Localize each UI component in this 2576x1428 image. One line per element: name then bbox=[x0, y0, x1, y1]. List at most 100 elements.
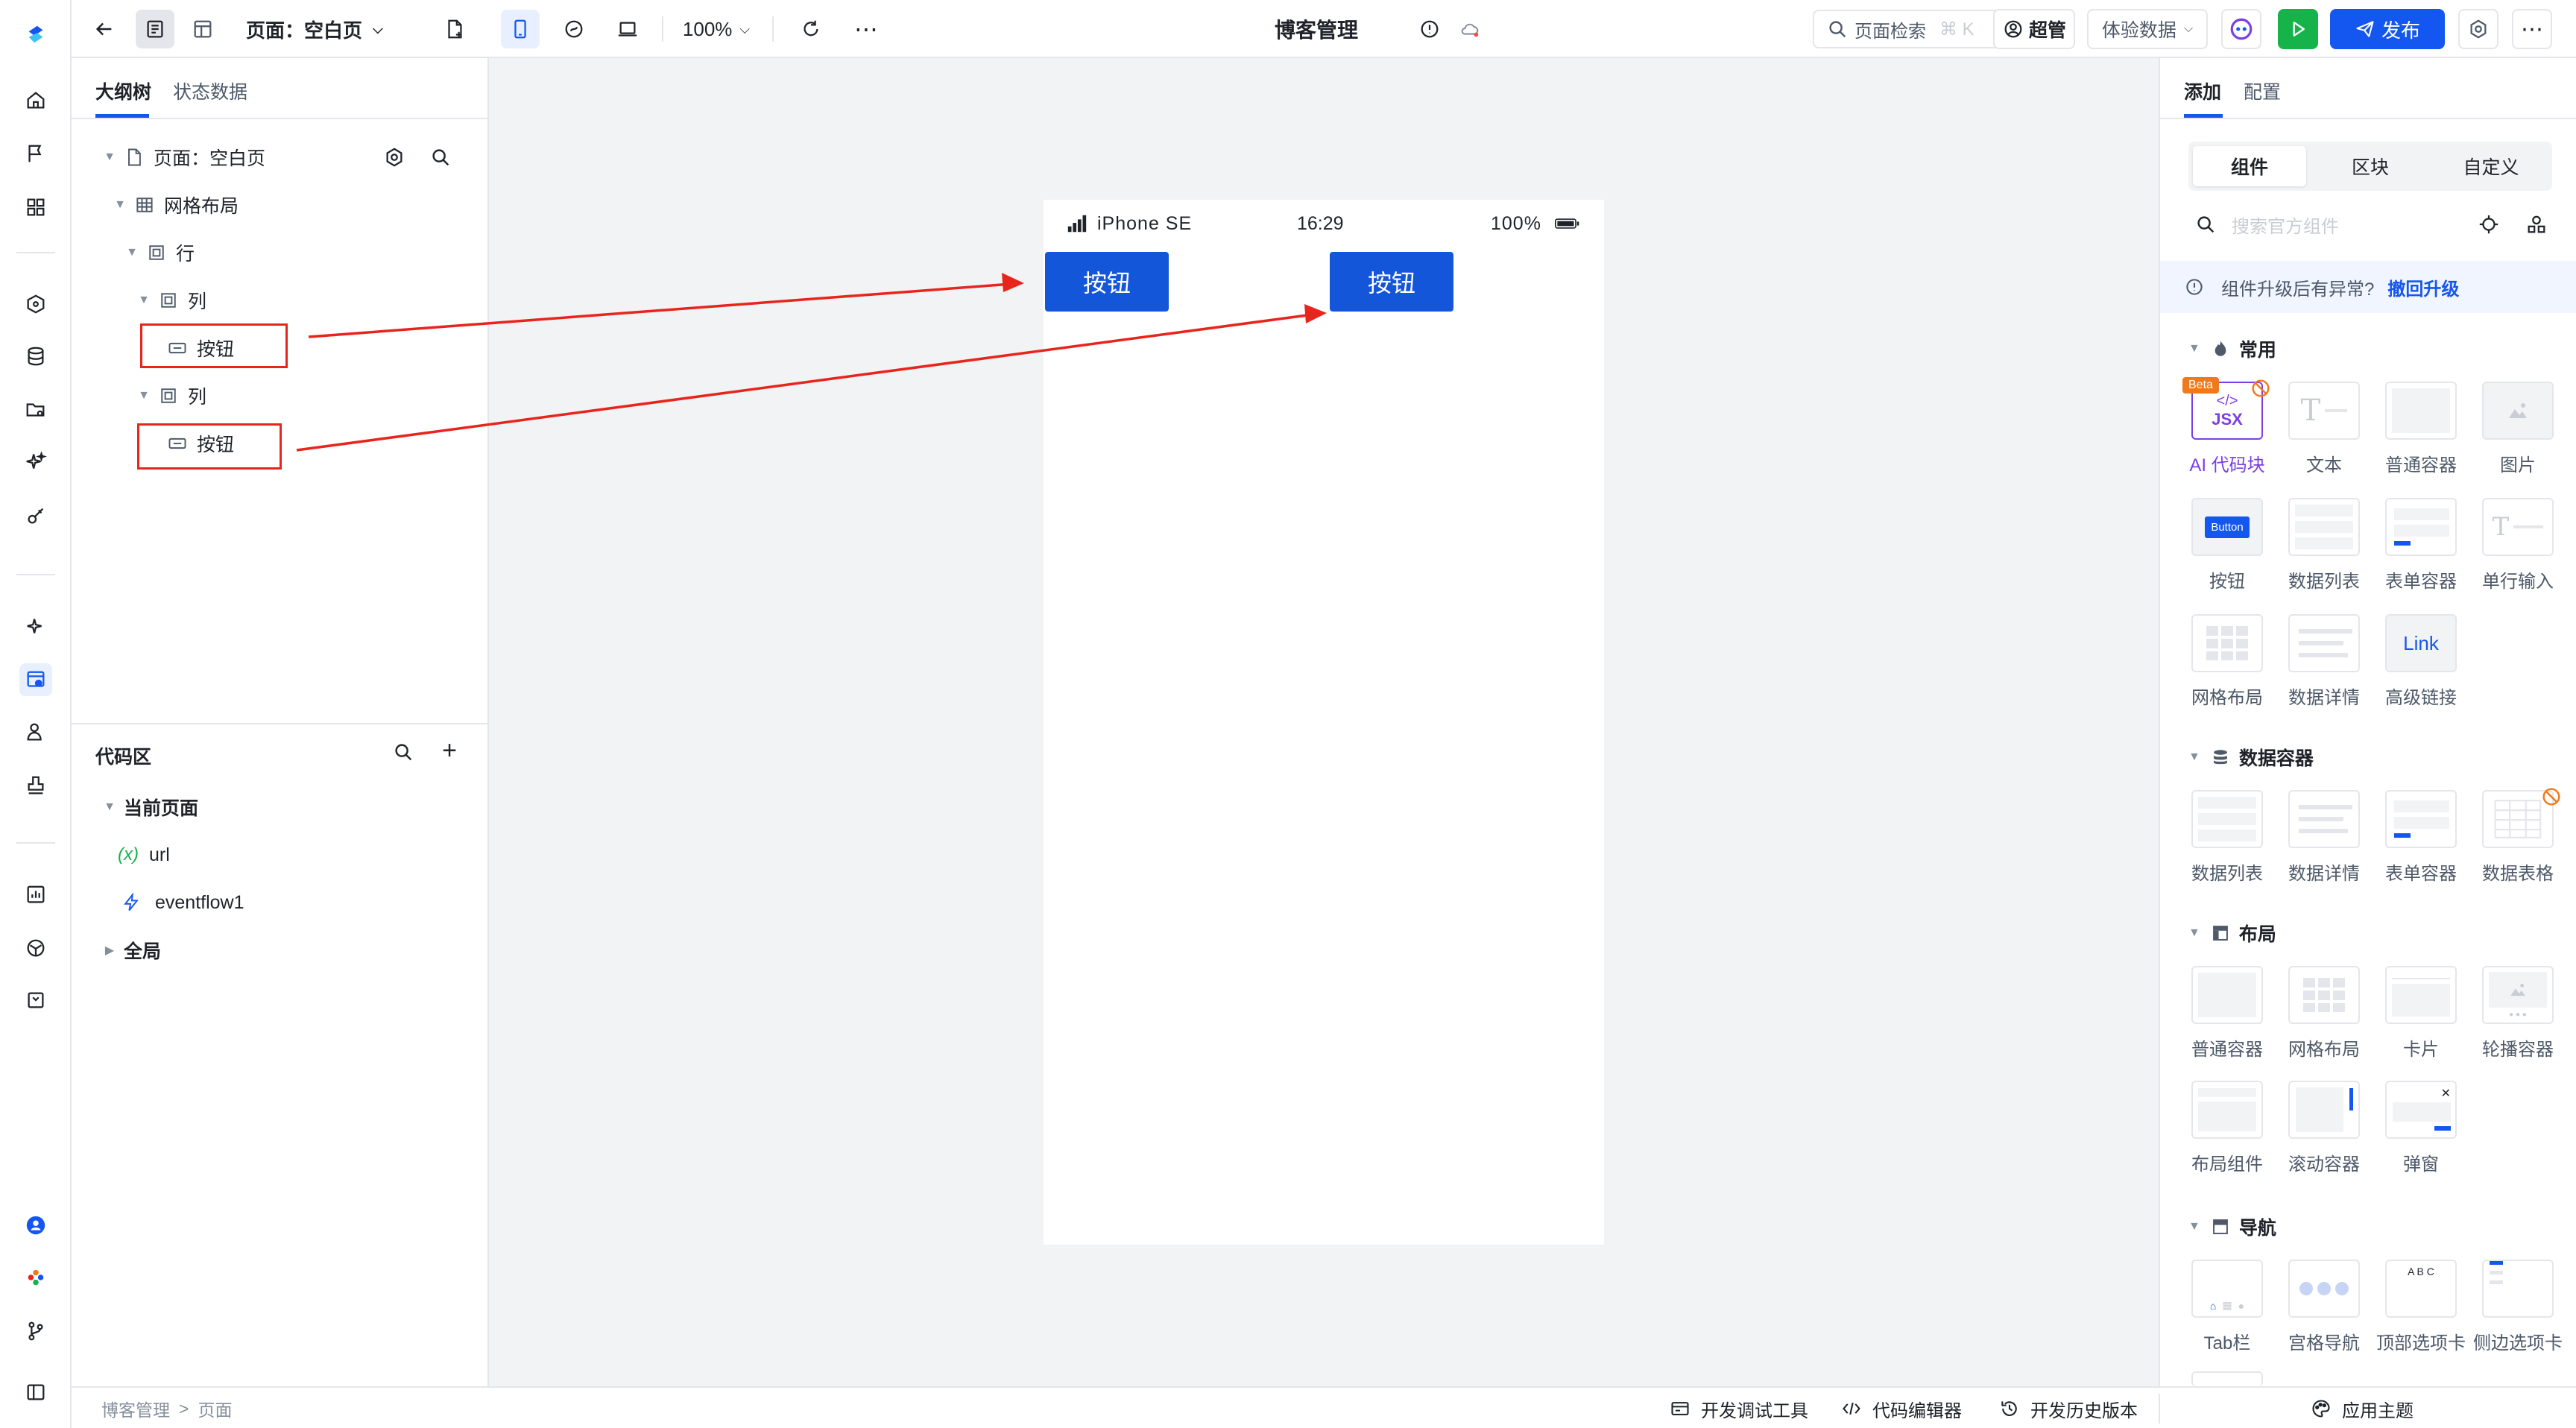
code-current-page[interactable]: ▼ 当前页面 bbox=[103, 789, 198, 826]
warning-info-icon[interactable] bbox=[1413, 10, 1446, 48]
home-icon[interactable] bbox=[19, 83, 52, 116]
breadcrumb-app[interactable]: 博客管理 bbox=[101, 1396, 170, 1421]
revert-upgrade-link[interactable]: 撤回升级 bbox=[2387, 274, 2459, 300]
user-role-button[interactable]: 超管 bbox=[1993, 9, 2075, 49]
component-scroll-container[interactable]: 滚动容器 bbox=[2279, 1081, 2369, 1185]
preview-button-1[interactable]: 按钮 bbox=[1045, 252, 1169, 312]
component-grid-layout-2[interactable]: 网格布局 bbox=[2279, 966, 2369, 1070]
back-button[interactable] bbox=[86, 10, 122, 48]
section-navigation[interactable]: ▼ 导航 bbox=[2188, 1212, 2276, 1242]
mini-program-view-button[interactable] bbox=[555, 10, 593, 48]
component-grid-navigation[interactable]: 宫格导航 bbox=[2279, 1260, 2369, 1364]
component-top-tabs[interactable]: A B C 顶部选项卡 bbox=[2376, 1260, 2466, 1364]
component-modal[interactable]: ✕ 弹窗 bbox=[2376, 1081, 2466, 1185]
user-org-icon[interactable] bbox=[19, 715, 52, 748]
page-settings-icon[interactable] bbox=[380, 143, 408, 171]
tab-state-data[interactable]: 状态数据 bbox=[173, 78, 247, 104]
tab-config[interactable]: 配置 bbox=[2244, 78, 2281, 104]
component-image[interactable]: 图片 bbox=[2473, 382, 2563, 486]
component-text[interactable]: T 文本 bbox=[2279, 382, 2369, 486]
tab-add[interactable]: 添加 bbox=[2184, 78, 2221, 104]
folder-search-icon[interactable] bbox=[19, 394, 52, 426]
preview-button-2[interactable]: 按钮 bbox=[1330, 252, 1453, 312]
section-layout[interactable]: ▼ 布局 bbox=[2188, 918, 2276, 948]
caret-down-icon[interactable]: ▼ bbox=[113, 198, 127, 212]
add-page-button[interactable] bbox=[437, 10, 473, 48]
publish-button[interactable]: 发布 bbox=[2330, 9, 2445, 49]
dev-tools-button[interactable]: 开发调试工具 bbox=[1670, 1397, 1808, 1421]
caret-down-icon[interactable]: ▼ bbox=[137, 294, 151, 307]
component-data-table[interactable]: 数据表格 bbox=[2473, 788, 2563, 894]
section-data-container[interactable]: ▼ 数据容器 bbox=[2188, 742, 2314, 772]
code-search-icon[interactable] bbox=[389, 738, 417, 766]
component-tab-bar[interactable]: ⌂ ▦ ● Tab栏 bbox=[2182, 1260, 2272, 1364]
component-advanced-link[interactable]: Link 高级链接 bbox=[2376, 614, 2466, 718]
flag-icon[interactable] bbox=[19, 137, 52, 170]
apps-grid-icon[interactable] bbox=[19, 191, 52, 224]
zoom-dropdown[interactable]: 100% ⌵ bbox=[675, 10, 757, 48]
segment-blocks[interactable]: 区块 bbox=[2314, 146, 2427, 186]
section-common[interactable]: ▼ 常用 bbox=[2188, 334, 2276, 364]
settings-button[interactable] bbox=[2458, 9, 2498, 49]
locate-icon[interactable] bbox=[2475, 210, 2503, 238]
tree-node-column-2[interactable]: ▼ 列 bbox=[137, 377, 206, 414]
experience-data-dropdown[interactable]: 体验数据 ⌵ bbox=[2087, 9, 2208, 49]
app-logo-icon[interactable] bbox=[19, 18, 52, 51]
caret-down-icon[interactable]: ▼ bbox=[103, 151, 116, 164]
component-data-detail[interactable]: 数据详情 bbox=[2279, 614, 2369, 718]
desktop-view-button[interactable] bbox=[608, 10, 647, 48]
database-icon[interactable] bbox=[19, 340, 52, 373]
component-single-input[interactable]: T 单行输入 bbox=[2473, 498, 2563, 602]
package-icon[interactable] bbox=[19, 984, 52, 1017]
hexagon-icon[interactable] bbox=[19, 288, 52, 320]
sidebar-toggle-icon[interactable] bbox=[19, 1376, 52, 1409]
refresh-button[interactable] bbox=[792, 10, 830, 48]
component-grid-layout[interactable]: 网格布局 bbox=[2182, 614, 2272, 718]
page-designer-icon[interactable] bbox=[19, 663, 52, 696]
run-preview-button[interactable] bbox=[2278, 9, 2318, 49]
sparkle-icon[interactable] bbox=[19, 446, 52, 478]
tree-node-grid-layout[interactable]: ▼ 网格布局 bbox=[113, 186, 239, 224]
mobile-view-button[interactable] bbox=[501, 10, 540, 48]
branch-icon[interactable] bbox=[19, 1315, 52, 1348]
segment-custom[interactable]: 自定义 bbox=[2434, 146, 2548, 186]
code-eventflow[interactable]: eventflow1 bbox=[121, 884, 244, 921]
tree-node-page[interactable]: ▼ 页面：空白页 bbox=[103, 139, 265, 176]
caret-down-icon[interactable]: ▼ bbox=[103, 800, 116, 814]
component-search-input[interactable]: 搜索官方组件 bbox=[2194, 204, 2470, 244]
caret-right-icon[interactable]: ▶ bbox=[103, 943, 116, 958]
code-var-url[interactable]: (x) url bbox=[118, 836, 170, 873]
stamp-icon[interactable] bbox=[19, 769, 52, 802]
account-avatar-icon[interactable] bbox=[19, 1209, 52, 1242]
tree-node-column-1[interactable]: ▼ 列 bbox=[137, 282, 206, 319]
more-options-icon[interactable]: ⋯ bbox=[847, 10, 886, 48]
more-menu-icon[interactable]: ⋯ bbox=[2512, 9, 2552, 49]
code-editor-button[interactable]: 代码编辑器 bbox=[1841, 1397, 1962, 1421]
component-carousel[interactable]: ● ● ● 轮播容器 bbox=[2473, 966, 2563, 1070]
page-mode-button[interactable] bbox=[136, 10, 174, 48]
plugin-icon[interactable] bbox=[19, 499, 52, 532]
component-manage-icon[interactable] bbox=[2522, 210, 2551, 238]
component-next-partial[interactable] bbox=[2182, 1371, 2272, 1386]
tab-outline-tree[interactable]: 大纲树 bbox=[95, 78, 151, 104]
component-form-container[interactable]: 表单容器 bbox=[2376, 498, 2466, 602]
layout-mode-button[interactable] bbox=[183, 10, 222, 48]
ai-assistant-button[interactable] bbox=[2221, 9, 2261, 49]
caret-down-icon[interactable]: ▼ bbox=[137, 389, 151, 402]
cloud-sync-icon[interactable] bbox=[1453, 10, 1486, 48]
component-container-2[interactable]: 普通容器 bbox=[2182, 966, 2272, 1070]
component-card[interactable]: 卡片 bbox=[2376, 966, 2466, 1070]
app-theme-button[interactable]: 应用主题 bbox=[2311, 1397, 2414, 1421]
add-code-icon[interactable]: + bbox=[435, 736, 464, 765]
component-data-list-2[interactable]: 数据列表 bbox=[2182, 790, 2272, 894]
component-data-list[interactable]: 数据列表 bbox=[2279, 498, 2369, 602]
code-global[interactable]: ▶ 全局 bbox=[103, 932, 161, 969]
component-form-container-2[interactable]: 表单容器 bbox=[2376, 790, 2466, 894]
caret-down-icon[interactable]: ▼ bbox=[125, 246, 139, 259]
tree-node-row[interactable]: ▼ 行 bbox=[125, 234, 195, 271]
ai-sparkle-icon[interactable] bbox=[19, 610, 52, 642]
segment-components[interactable]: 组件 bbox=[2193, 146, 2306, 186]
component-ai-code-block[interactable]: </> JSX Beta AI 代码块 bbox=[2182, 377, 2272, 486]
component-layout-block[interactable]: 布局组件 bbox=[2182, 1081, 2272, 1185]
component-side-tabs[interactable]: 侧边选项卡 bbox=[2473, 1260, 2563, 1364]
